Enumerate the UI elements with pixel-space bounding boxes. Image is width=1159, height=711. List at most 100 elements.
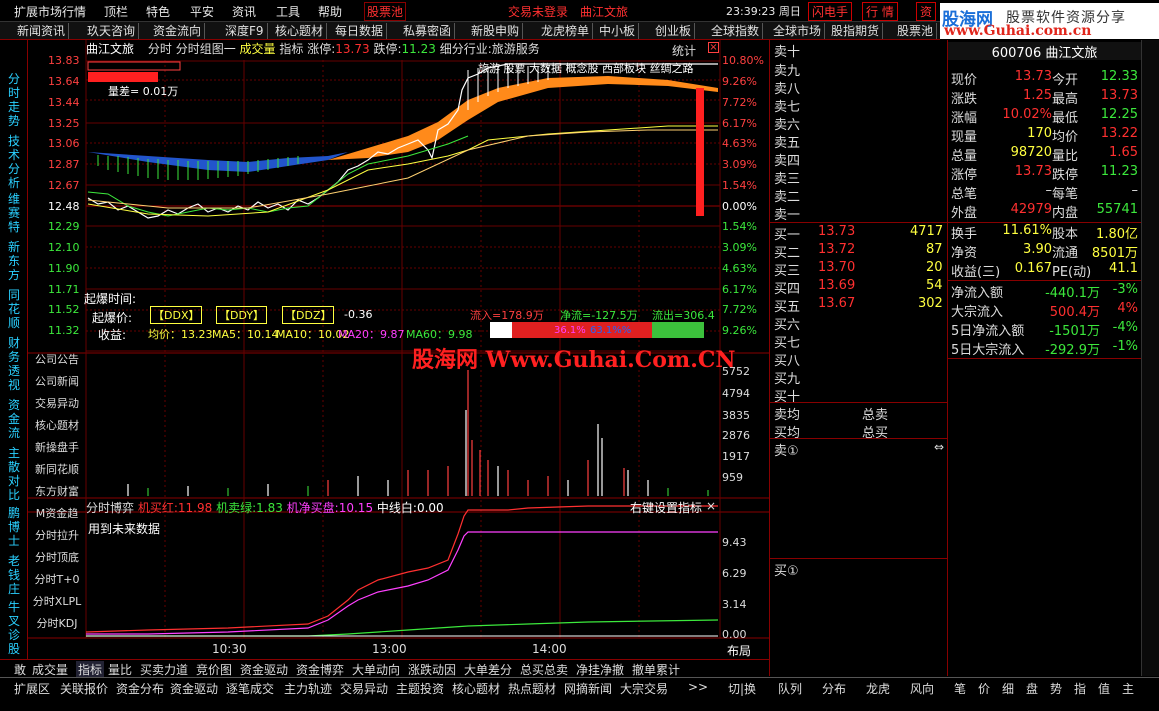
ftab-detail[interactable]: 细	[1002, 680, 1014, 697]
vtab-main-vs-retail[interactable]: 主散对比	[0, 446, 28, 502]
tab-f9[interactable]: 深度F9	[222, 23, 268, 39]
indicator-top-bottom[interactable]: 分时顶底	[28, 549, 86, 571]
indicator-xlpl[interactable]: 分时XLPL	[28, 593, 86, 615]
vtab-laoqian[interactable]: 老钱庄	[0, 554, 28, 596]
menu-news[interactable]: 资讯	[232, 3, 256, 20]
tab-global-market[interactable]: 全球市场	[770, 23, 826, 39]
indicator-eastmoney[interactable]: 东方财富	[28, 483, 86, 505]
vtab-technical[interactable]: 技术分析	[0, 134, 28, 190]
tab-jiutian[interactable]: 玖天咨询	[84, 23, 140, 39]
btab-capital-game[interactable]: 资金博弈	[296, 661, 344, 678]
ftab-tick[interactable]: 逐笔成交	[226, 680, 274, 697]
mode-volume[interactable]: 成交量	[240, 42, 276, 56]
ftab-momentum[interactable]: 势	[1050, 680, 1062, 697]
ftab-distribution[interactable]: 分布	[822, 680, 846, 697]
btab-big-diff[interactable]: 大单差分	[464, 661, 512, 678]
stat-button[interactable]: 统计	[672, 42, 696, 59]
ftab-index[interactable]: 指	[1074, 680, 1086, 697]
ftab-trades[interactable]: 笔	[954, 680, 966, 697]
tab-global-index[interactable]: 全球指数	[708, 23, 764, 39]
vtab-financial[interactable]: 财务透视	[0, 336, 28, 392]
mode-indicator[interactable]: 指标	[279, 42, 303, 56]
menu-help[interactable]: 帮助	[318, 3, 342, 20]
scrollbar[interactable]	[1141, 40, 1159, 676]
btab-net-order[interactable]: 净挂净撤	[576, 661, 624, 678]
ftab-trend[interactable]: 风向	[910, 680, 934, 697]
ftab-block-trade[interactable]: 大宗交易	[620, 680, 668, 697]
indicator-m-capital[interactable]: M资金趋	[28, 505, 86, 527]
tab-gem[interactable]: 创业板	[652, 23, 696, 39]
tab-dragon-tiger[interactable]: 龙虎榜单	[538, 23, 594, 39]
indicator-company-announce[interactable]: 公司公告	[28, 351, 86, 373]
menu-extended-market[interactable]: 扩展市场行情	[14, 3, 86, 20]
vtab-weisaite[interactable]: 维赛特	[0, 192, 28, 234]
btab-buy-sell-power[interactable]: 买卖力道	[140, 661, 188, 678]
ftab-related-quote[interactable]: 关联报价	[60, 680, 108, 697]
close-icon[interactable]: ×	[708, 42, 719, 53]
ftab-more[interactable]: >>	[688, 680, 708, 694]
ftab-main[interactable]: 主	[1122, 680, 1134, 697]
tab-news[interactable]: 新闻资讯	[14, 23, 70, 39]
indicator-core-theme[interactable]: 核心题材	[28, 417, 86, 439]
indicator-company-news[interactable]: 公司新闻	[28, 373, 86, 395]
indicator-trade-anomaly[interactable]: 交易异动	[28, 395, 86, 417]
btab-auction[interactable]: 竞价图	[196, 661, 232, 678]
ftab-value[interactable]: 值	[1098, 680, 1110, 697]
menu-tools[interactable]: 工具	[276, 3, 300, 20]
ftab-queue[interactable]: 队列	[778, 680, 802, 697]
indicator-kdj[interactable]: 分时KDJ	[28, 615, 86, 637]
stock-pool-button[interactable]: 股票池	[364, 2, 407, 21]
btab-total-buy-sell[interactable]: 总买总卖	[520, 661, 568, 678]
vtab-intraday[interactable]: 分时走势	[0, 72, 28, 128]
btab-price-cause[interactable]: 涨跌动因	[408, 661, 456, 678]
btab-capital-drive[interactable]: 资金驱动	[240, 661, 288, 678]
ftab-anomaly[interactable]: 交易异动	[340, 680, 388, 697]
btab-volume-ratio[interactable]: 量比	[108, 661, 132, 678]
ftab-dragon[interactable]: 龙虎	[866, 680, 890, 697]
flash-trade-button[interactable]: 闪电手	[808, 2, 853, 21]
ftab-capital-dist[interactable]: 资金分布	[116, 680, 164, 697]
ftab-extend[interactable]: 扩展区	[14, 680, 50, 697]
sub-close-icon[interactable]: ×	[706, 499, 716, 513]
btab-dare[interactable]: 敢	[14, 661, 26, 678]
vtab-new-oriental[interactable]: 新东方	[0, 240, 28, 282]
tab-sme[interactable]: 中小板	[596, 23, 640, 39]
ftab-theme-invest[interactable]: 主题投资	[396, 680, 444, 697]
btab-volume[interactable]: 成交量	[32, 661, 68, 678]
tab-index-futures[interactable]: 股指期货	[828, 23, 884, 39]
resize-icon[interactable]: ⇔	[934, 440, 944, 454]
ftab-price[interactable]: 价	[978, 680, 990, 697]
ftab-web-news[interactable]: 网摘新闻	[564, 680, 612, 697]
tab-capital-flow[interactable]: 资金流向	[150, 23, 206, 39]
vtab-diagnosis[interactable]: 牛叉诊股	[0, 600, 28, 656]
menu-pingan[interactable]: 平安	[190, 3, 214, 20]
menu-top-bar[interactable]: 顶栏	[104, 3, 128, 20]
indicator-t0[interactable]: 分时T+0	[28, 571, 86, 593]
ftab-board[interactable]: 盘	[1026, 680, 1038, 697]
mode-group[interactable]: 分时组图一	[176, 42, 236, 56]
vtab-tonghuashun[interactable]: 同花顺	[0, 288, 28, 330]
btab-indicator[interactable]: 指标	[76, 661, 105, 678]
ftab-capital-drive[interactable]: 资金驱动	[170, 680, 218, 697]
ftab-hot-theme[interactable]: 热点题材	[508, 680, 556, 697]
indicator-pull-up[interactable]: 分时拉升	[28, 527, 86, 549]
layout-button[interactable]: 布局	[727, 642, 751, 659]
ftab-switch[interactable]: 切|换	[728, 680, 756, 697]
trade-status[interactable]: 交易未登录	[508, 3, 568, 20]
indicator-new-trader[interactable]: 新操盘手	[28, 439, 86, 461]
indicator-new-ths[interactable]: 新同花顺	[28, 461, 86, 483]
vtab-pengboshi[interactable]: 鹏博士	[0, 506, 28, 548]
vtab-capital-flow[interactable]: 资金流	[0, 398, 28, 440]
quote-button[interactable]: 行 情	[862, 2, 898, 21]
tab-stock-pool[interactable]: 股票池	[894, 23, 938, 39]
tab-private-letter[interactable]: 私募密函	[400, 23, 456, 39]
tab-ipo[interactable]: 新股申购	[468, 23, 524, 39]
indicator-setting[interactable]: 右键设置指标	[630, 499, 702, 516]
ftab-core-theme[interactable]: 核心题材	[452, 680, 500, 697]
tab-core-theme[interactable]: 核心题材	[272, 23, 328, 39]
mode-intraday[interactable]: 分时	[148, 42, 172, 56]
ftab-main-trace[interactable]: 主力轨迹	[284, 680, 332, 697]
btab-big-order[interactable]: 大单动向	[352, 661, 400, 678]
capital-button[interactable]: 资	[916, 2, 937, 21]
tab-daily-data[interactable]: 每日数据	[332, 23, 388, 39]
